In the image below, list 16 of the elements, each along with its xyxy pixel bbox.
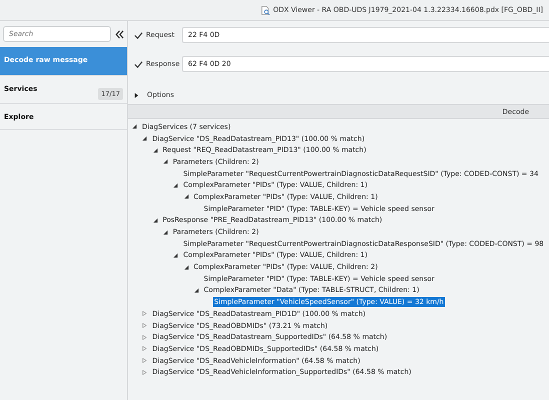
expanded-arrow-icon[interactable] bbox=[142, 136, 148, 142]
collapsed-arrow-icon[interactable] bbox=[134, 92, 139, 98]
expanded-arrow-icon[interactable] bbox=[184, 264, 188, 270]
expanded-arrow-icon[interactable] bbox=[152, 218, 158, 223]
checkbox[interactable] bbox=[133, 30, 143, 40]
expanded-arrow-icon[interactable] bbox=[162, 230, 168, 235]
collapse-chevrons-icon[interactable] bbox=[115, 30, 124, 38]
expanded-arrow-icon[interactable] bbox=[173, 182, 178, 188]
expanded-arrow-icon[interactable] bbox=[173, 252, 178, 258]
checkbox[interactable] bbox=[133, 59, 143, 69]
document-search-icon bbox=[261, 6, 270, 14]
expanded-arrow-icon[interactable] bbox=[194, 288, 199, 293]
expanded-arrow-icon[interactable] bbox=[132, 124, 137, 130]
expanded-arrow-icon[interactable] bbox=[162, 159, 168, 164]
expanded-arrow-icon[interactable] bbox=[152, 148, 158, 153]
expanded-arrow-icon[interactable] bbox=[184, 194, 188, 200]
